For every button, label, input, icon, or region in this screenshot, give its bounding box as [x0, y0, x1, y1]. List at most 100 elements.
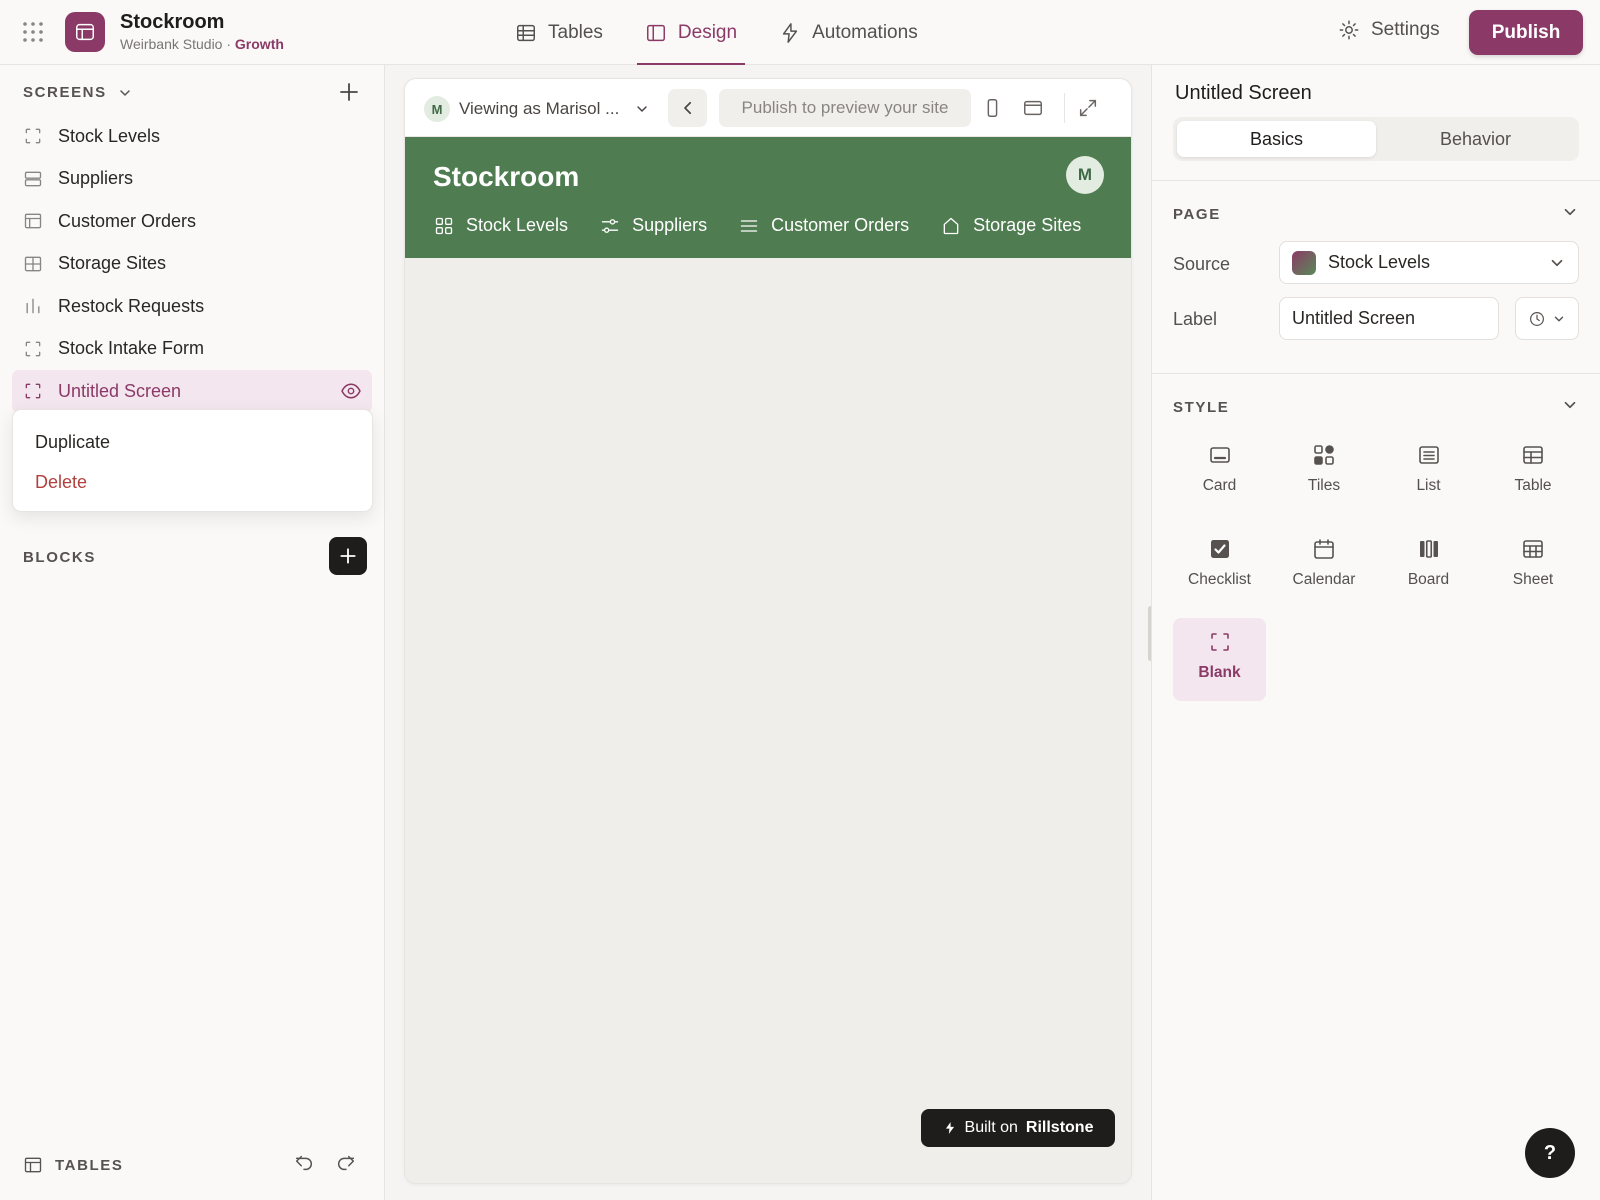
style-label: Card	[1202, 477, 1237, 494]
site-nav-label: Storage Sites	[973, 215, 1082, 235]
left-footer: TABLES	[0, 1130, 385, 1200]
tab-label: Automations	[812, 21, 918, 43]
redo-icon	[338, 1155, 355, 1171]
chevron-down-icon	[637, 106, 648, 112]
label-label: Label	[1173, 309, 1218, 329]
tab-label: Tables	[548, 21, 603, 43]
settings-label: Settings	[1371, 19, 1440, 40]
table-icon	[517, 24, 535, 41]
back-button[interactable]	[668, 89, 707, 127]
rows-icon	[24, 171, 42, 187]
style-tiles[interactable]: Tiles	[1278, 431, 1371, 511]
lightning-icon	[782, 22, 798, 43]
style-board[interactable]: Board	[1382, 525, 1475, 605]
site-nav-label: Customer Orders	[771, 215, 910, 235]
tables-footer-link[interactable]: TABLES	[55, 1157, 124, 1174]
list-icon	[1418, 446, 1439, 464]
style-label: Board	[1407, 571, 1450, 588]
top-bar: Stockroom Weirbank Studio · Growth Table…	[0, 0, 1600, 65]
source-table-icon	[1292, 250, 1316, 275]
help-button[interactable]: ?	[1525, 1128, 1575, 1178]
home-icon	[943, 217, 959, 234]
site-nav-label: Stock Levels	[466, 215, 569, 235]
lightning-icon	[945, 1122, 954, 1134]
style-label: Sheet	[1512, 571, 1554, 588]
properties-tabs: Basics Behavior	[1173, 117, 1579, 161]
toolbar-divider	[1064, 93, 1065, 123]
app-logo-icon	[76, 23, 94, 41]
clock-icon	[1530, 311, 1544, 326]
chevron-left-icon	[683, 101, 691, 115]
screen-item-storage-sites[interactable]: Storage Sites	[12, 243, 372, 286]
label-icon-select[interactable]	[1515, 297, 1579, 340]
label-input[interactable]	[1279, 297, 1499, 340]
settings-button[interactable]: Settings	[1338, 19, 1440, 41]
workspace-separator: ·	[222, 36, 235, 52]
style-card[interactable]: Card	[1173, 431, 1266, 511]
blank-screen-icon	[1210, 633, 1229, 651]
screen-item-restock-requests[interactable]: Restock Requests	[12, 285, 372, 328]
screen-item-stock-intake-form[interactable]: Stock Intake Form	[12, 328, 372, 371]
desktop-view-icon[interactable]	[1022, 97, 1044, 119]
redo-button[interactable]	[335, 1152, 357, 1174]
source-value: Stock Levels	[1328, 252, 1431, 272]
publish-button[interactable]: Publish	[1469, 10, 1583, 55]
add-screen-button[interactable]	[337, 80, 361, 104]
screens-heading[interactable]: SCREENS	[23, 84, 133, 101]
mobile-view-icon[interactable]	[981, 97, 1003, 119]
sheet-icon	[1523, 540, 1543, 558]
chevron-down-icon[interactable]	[1561, 203, 1579, 221]
app-grid-icon[interactable]	[21, 20, 45, 44]
style-label: Checklist	[1188, 571, 1251, 588]
style-blank[interactable]: Blank	[1173, 618, 1266, 701]
site-nav-storage-sites[interactable]: Storage Sites	[941, 215, 1081, 236]
tab-automations[interactable]: Automations	[771, 0, 926, 65]
blank-screen-icon	[25, 128, 41, 144]
preview-url-field[interactable]: Publish to preview your site	[719, 89, 971, 127]
built-on-badge[interactable]: Built on Rillstone	[921, 1109, 1115, 1147]
site-avatar[interactable]: M	[1066, 156, 1104, 194]
site-nav-suppliers[interactable]: Suppliers	[600, 215, 707, 236]
delete-menu-item[interactable]: Delete	[13, 462, 372, 502]
site-nav-stock-levels[interactable]: Stock Levels	[434, 215, 568, 236]
screen-item-untitled-screen[interactable]: Untitled Screen	[12, 370, 372, 413]
screen-item-customer-orders[interactable]: Customer Orders	[12, 200, 372, 243]
style-sheet[interactable]: Sheet	[1487, 525, 1580, 605]
undo-button[interactable]	[293, 1152, 315, 1174]
app-title: Stockroom	[120, 11, 225, 33]
divider	[1152, 373, 1600, 374]
expand-icon[interactable]	[1077, 97, 1099, 119]
screen-item-suppliers[interactable]: Suppliers	[12, 158, 372, 201]
site-nav-customer-orders[interactable]: Customer Orders	[739, 215, 909, 236]
plus-icon	[340, 548, 356, 564]
chevron-down-icon[interactable]	[1561, 396, 1579, 414]
built-on-prefix: Built on	[964, 1119, 1018, 1136]
app-logo[interactable]	[65, 12, 105, 52]
tab-basics[interactable]: Basics	[1177, 121, 1376, 157]
screen-label: Restock Requests	[58, 295, 205, 316]
duplicate-menu-item[interactable]: Duplicate	[13, 422, 372, 462]
screen-item-stock-levels[interactable]: Stock Levels	[12, 115, 372, 158]
style-table[interactable]: Table	[1487, 431, 1580, 511]
source-select[interactable]: Stock Levels	[1279, 241, 1579, 284]
calendar-icon	[1314, 539, 1334, 559]
tab-tables[interactable]: Tables	[507, 0, 611, 65]
plan-badge: Growth	[234, 36, 284, 52]
tab-design[interactable]: Design	[636, 0, 746, 65]
screens-heading-label: SCREENS	[23, 84, 107, 101]
viewing-as-label: Viewing as Marisol ...	[459, 99, 620, 118]
app-workspace: Weirbank Studio · Growth	[120, 36, 284, 52]
style-list[interactable]: List	[1382, 431, 1475, 511]
style-calendar[interactable]: Calendar	[1278, 525, 1371, 605]
screen-context-menu: Duplicate Delete	[12, 409, 373, 512]
sliders-icon	[601, 218, 619, 233]
add-block-button[interactable]	[329, 537, 367, 575]
screen-label: Storage Sites	[58, 253, 167, 274]
style-checklist[interactable]: Checklist	[1173, 525, 1266, 605]
eye-icon[interactable]	[340, 382, 362, 400]
preview-toolbar: M Viewing as Marisol ... Publish to prev…	[405, 79, 1131, 137]
workspace-name: Weirbank Studio	[120, 36, 223, 52]
viewing-as-dropdown[interactable]: M Viewing as Marisol ...	[424, 96, 650, 122]
menu-lines-icon	[740, 219, 758, 232]
tab-behavior[interactable]: Behavior	[1376, 121, 1575, 157]
